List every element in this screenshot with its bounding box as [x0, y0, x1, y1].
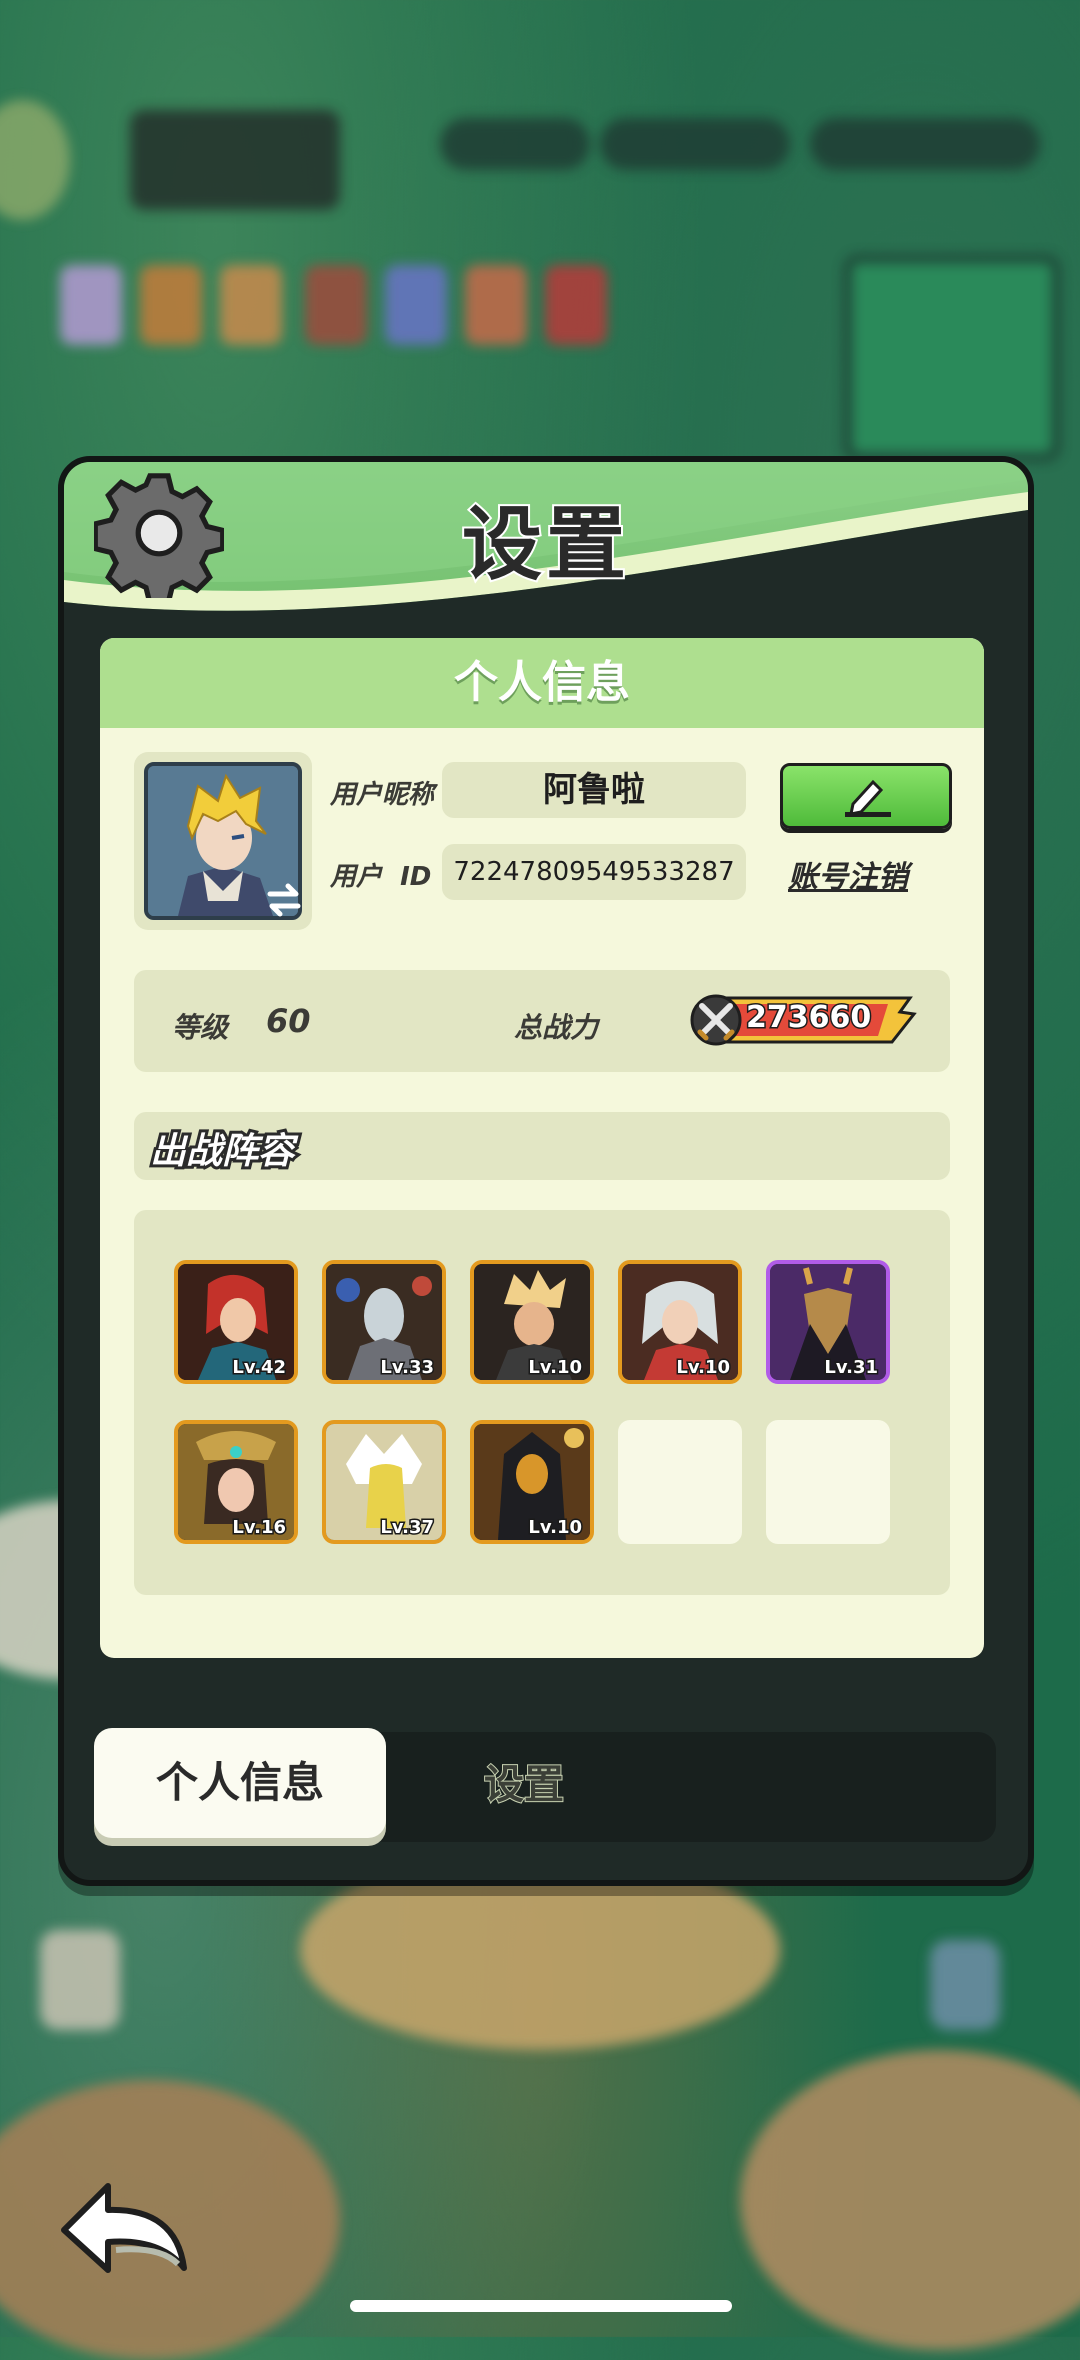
empty-hero-slot[interactable] [618, 1420, 742, 1544]
level-row: 等级 60 总战力 273660 [134, 970, 950, 1072]
nickname-label: 用户昵称 [330, 780, 435, 810]
cancel-account-link[interactable]: 账号注销 [788, 852, 908, 896]
home-indicator [350, 2300, 732, 2312]
back-arrow-icon[interactable] [56, 2172, 196, 2282]
hero-slot[interactable]: Lv.16 [174, 1420, 298, 1544]
hero-slot[interactable]: Lv.10 [470, 1260, 594, 1384]
hero-level: Lv.16 [231, 1516, 288, 1540]
edit-nickname-button[interactable] [780, 763, 952, 829]
hero-level: Lv.31 [823, 1356, 880, 1380]
pencil-icon [845, 779, 891, 817]
power-badge: 273660 [688, 992, 918, 1048]
hero-level: Lv.10 [527, 1356, 584, 1380]
hero-slot[interactable]: Lv.42 [174, 1260, 298, 1384]
swap-icon[interactable] [264, 882, 304, 918]
crossed-swords-icon [697, 1003, 735, 1041]
hero-level: Lv.10 [527, 1516, 584, 1540]
hero-level: Lv.37 [379, 1516, 436, 1540]
lineup-roster: Lv.42 Lv.33 Lv.10 Lv.10 Lv.31 Lv.16 Lv.3… [134, 1210, 950, 1595]
avatar[interactable] [134, 752, 312, 930]
level-value: 60 [266, 1002, 311, 1040]
hero-level: Lv.42 [231, 1356, 288, 1380]
panel-title: 设置 [460, 496, 630, 593]
lineup-header: 出战阵容 [134, 1112, 950, 1180]
user-id-value: 72247809549533287 [442, 844, 746, 900]
tab-profile[interactable]: 个人信息 [94, 1728, 386, 1838]
settings-panel: 设置 个人信息 用户昵称 阿鲁啦 用户 ID 72247809549533287… [58, 456, 1034, 1886]
profile-card: 个人信息 用户昵称 阿鲁啦 用户 ID 72247809549533287 账号… [100, 638, 984, 1658]
hero-slot[interactable]: Lv.33 [322, 1260, 446, 1384]
empty-hero-slot[interactable] [766, 1420, 890, 1544]
profile-section-title: 个人信息 [100, 638, 984, 728]
hero-level: Lv.10 [675, 1356, 732, 1380]
hero-slot[interactable]: Lv.31 [766, 1260, 890, 1384]
tab-settings[interactable]: 设置 [483, 1752, 565, 1810]
nickname-value: 阿鲁啦 [442, 762, 746, 818]
hero-level: Lv.33 [379, 1356, 436, 1380]
hero-slot[interactable]: Lv.10 [470, 1420, 594, 1544]
lineup-title: 出战阵容 [147, 1128, 297, 1175]
level-label: 等级 [172, 1011, 229, 1044]
id-label: 用户 ID [330, 862, 432, 892]
hero-slot[interactable]: Lv.37 [322, 1420, 446, 1544]
power-value: 273660 [744, 999, 872, 1037]
panel-header: 设置 [64, 462, 1028, 612]
power-label: 总战力 [514, 1011, 599, 1044]
hero-slot[interactable]: Lv.10 [618, 1260, 742, 1384]
